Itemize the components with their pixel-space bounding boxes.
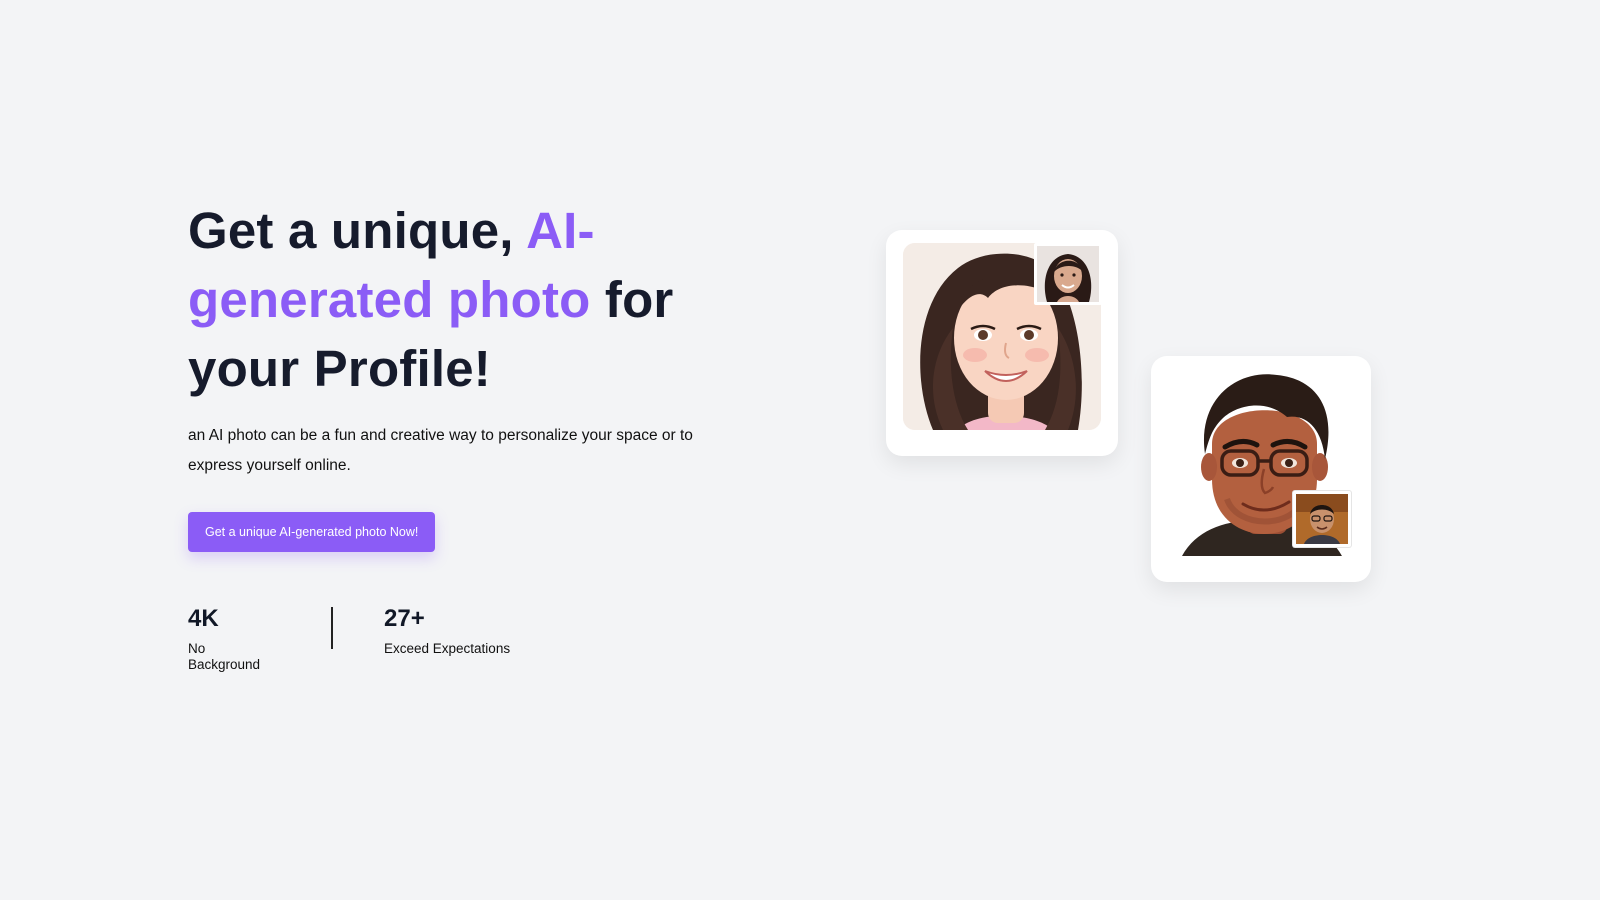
- hero-copy: Get a unique, AI-generated photo for you…: [188, 196, 748, 673]
- hero-subtitle: an AI photo can be a fun and creative wa…: [188, 427, 693, 474]
- hero-headline: Get a unique, AI-generated photo for you…: [188, 196, 748, 403]
- stat-value: 27+: [384, 605, 425, 632]
- cta-button[interactable]: Get a unique AI-generated photo Now!: [188, 512, 436, 552]
- stat-divider: [331, 607, 333, 649]
- headline-part-1: Get a unique,: [188, 202, 527, 259]
- hero-section: Get a unique, AI-generated photo for you…: [0, 0, 1600, 900]
- original-photo-woman-thumbnail: [1034, 243, 1102, 305]
- stat-styles: 27+ Exceed Expectations: [384, 605, 510, 657]
- stat-label: Exceed Expectations: [384, 641, 511, 656]
- stats-row: 4K No Background 27+ Exceed Expectations: [188, 605, 748, 673]
- portrait-card-man: [1151, 356, 1371, 582]
- stat-label: No Background: [188, 641, 261, 672]
- portrait-card-woman: [886, 230, 1118, 456]
- original-photo-man-thumbnail: [1293, 491, 1351, 547]
- stat-resolution: 4K No Background: [188, 605, 280, 673]
- stat-value: 4K: [188, 605, 219, 632]
